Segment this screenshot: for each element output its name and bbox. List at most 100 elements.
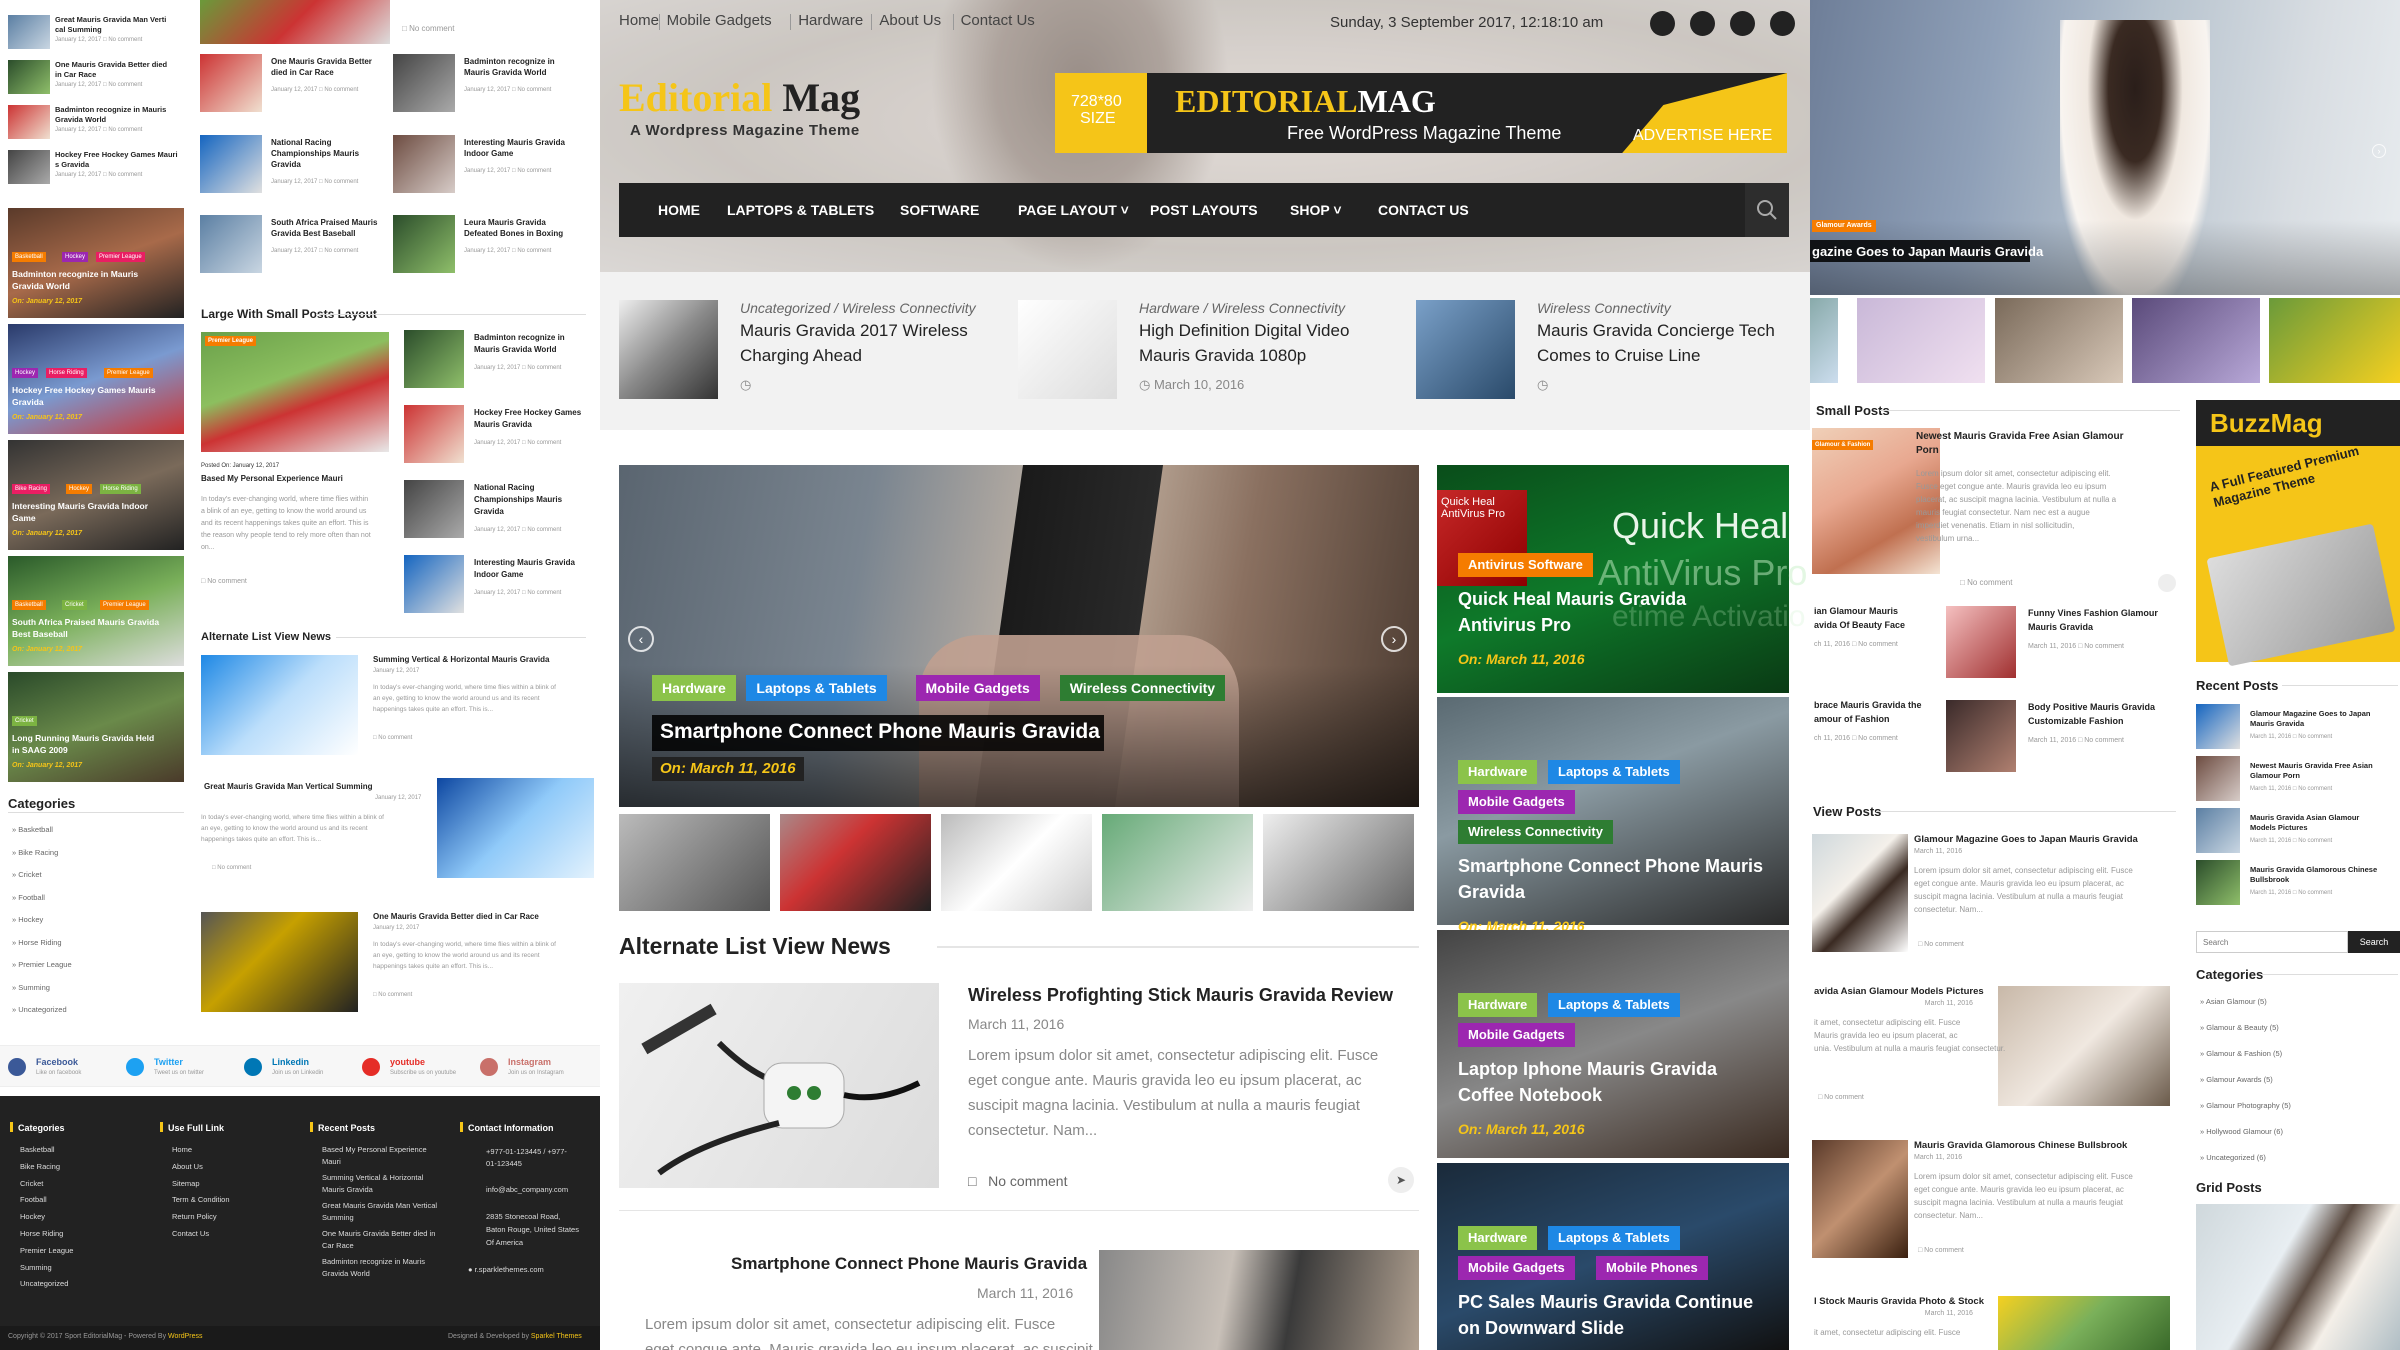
left-card-title[interactable]: Interesting Mauris Gravida Indoor bbox=[12, 501, 148, 511]
social-name[interactable]: Instagram bbox=[508, 1057, 551, 1067]
slider-category[interactable]: Laptops & Tablets bbox=[746, 675, 887, 701]
right-hero-caption[interactable]: gazine Goes to Japan Mauris Gravida bbox=[1812, 244, 2043, 259]
card-tag[interactable]: Horse Riding bbox=[46, 368, 87, 378]
lv-image[interactable] bbox=[1998, 1296, 2170, 1350]
mini-thumb[interactable] bbox=[8, 150, 50, 184]
ticker-category[interactable]: Wireless Connectivity bbox=[1537, 300, 1671, 316]
footer-recent[interactable]: Gravida World bbox=[322, 1269, 370, 1278]
recent-thumb[interactable] bbox=[2196, 860, 2240, 905]
left-category[interactable]: » Football bbox=[12, 893, 45, 902]
alt-post1-title[interactable]: Wireless Profighting Stick Mauris Gravid… bbox=[968, 985, 1393, 1006]
buzzmag-ad[interactable]: BuzzMag A Full Featured Premium Magazine … bbox=[2196, 400, 2400, 667]
card-category[interactable]: Hardware bbox=[1458, 993, 1538, 1017]
sp-small-title[interactable]: brace Mauris Gravida the bbox=[1814, 700, 1922, 710]
card-tag[interactable]: Hockey bbox=[12, 368, 39, 378]
ticker-category[interactable]: Hardware / Wireless Connectivity bbox=[1139, 300, 1345, 316]
alt-post1-image[interactable] bbox=[619, 983, 939, 1188]
grid-title[interactable]: Interesting Mauris Gravida bbox=[464, 138, 565, 147]
card-tag[interactable]: Cricket bbox=[62, 600, 87, 610]
footer-category[interactable]: Hockey bbox=[20, 1212, 45, 1221]
card-title[interactable]: PC Sales Mauris Gravida Continue bbox=[1458, 1292, 1753, 1313]
sidebar-category[interactable]: » Glamour & Fashion (5) bbox=[2200, 1049, 2282, 1058]
ticker-title[interactable]: Charging Ahead bbox=[740, 346, 862, 366]
social-icon[interactable] bbox=[244, 1058, 262, 1076]
left-category[interactable]: » Summing bbox=[12, 983, 50, 992]
social-name[interactable]: youtube bbox=[390, 1057, 425, 1067]
footer-link[interactable]: Home bbox=[172, 1145, 192, 1154]
grid-thumb[interactable] bbox=[393, 215, 455, 273]
right-thumb[interactable] bbox=[2269, 298, 2400, 383]
card-title[interactable]: Gravida bbox=[1458, 882, 1525, 903]
grid-thumb[interactable] bbox=[200, 215, 262, 273]
alt-post2-title[interactable]: Smartphone Connect Phone Mauris Gravida bbox=[731, 1254, 1087, 1274]
sidebar-search-input[interactable] bbox=[2196, 931, 2348, 953]
card-category[interactable]: Mobile Gadgets bbox=[1458, 1023, 1575, 1047]
lv-image[interactable] bbox=[1998, 986, 2170, 1106]
lsp-small-title[interactable]: Gravida bbox=[474, 507, 504, 516]
right-thumb[interactable] bbox=[1857, 298, 1985, 383]
nav-item[interactable]: POST LAYOUTS bbox=[1150, 202, 1258, 218]
ticker-title[interactable]: Mauris Gravida Concierge Tech bbox=[1537, 321, 1775, 341]
mid-alt-title[interactable]: One Mauris Gravida Better died in Car Ra… bbox=[373, 912, 539, 921]
mini-title[interactable]: Gravida World bbox=[55, 115, 106, 124]
slider-thumb[interactable] bbox=[1263, 814, 1414, 911]
sidebar-category[interactable]: » Hollywood Glamour (6) bbox=[2200, 1127, 2283, 1136]
footer-link[interactable]: About Us bbox=[172, 1162, 203, 1171]
right-thumb[interactable] bbox=[2132, 298, 2260, 383]
lv-title[interactable]: Glamour Magazine Goes to Japan Mauris Gr… bbox=[1914, 834, 2138, 845]
card-category[interactable]: Mobile Gadgets bbox=[1458, 1256, 1575, 1280]
recent-title[interactable]: Glamour Magazine Goes to Japan bbox=[2250, 709, 2370, 718]
recent-title[interactable]: Mauris Gravida bbox=[2250, 719, 2304, 728]
nav-item[interactable]: HOME bbox=[658, 202, 700, 218]
grid-title[interactable]: died in Car Race bbox=[271, 68, 334, 77]
lsp-small-title[interactable]: Hockey Free Hockey Games bbox=[474, 408, 581, 417]
card-category[interactable]: Wireless Connectivity bbox=[1458, 820, 1613, 844]
recent-thumb[interactable] bbox=[2196, 808, 2240, 853]
grid-thumb[interactable] bbox=[200, 135, 262, 193]
right-hero-next[interactable]: › bbox=[2372, 144, 2386, 158]
card-tag[interactable]: Hockey bbox=[62, 252, 89, 262]
ticker-title[interactable]: Comes to Cruise Line bbox=[1537, 346, 1700, 366]
grid-thumb[interactable] bbox=[200, 54, 262, 112]
left-category[interactable]: » Hockey bbox=[12, 915, 43, 924]
site-logo[interactable]: Editorial Mag bbox=[619, 74, 860, 121]
lsp-small-thumb[interactable] bbox=[404, 555, 464, 613]
recent-thumb[interactable] bbox=[2196, 704, 2240, 749]
grid-thumb[interactable] bbox=[393, 54, 455, 112]
left-card-title[interactable]: Long Running Mauris Gravida Held bbox=[12, 733, 154, 743]
card-tag[interactable]: Basketball bbox=[12, 252, 46, 262]
mini-thumb[interactable] bbox=[8, 60, 50, 94]
topbar-link[interactable]: About Us bbox=[879, 12, 941, 29]
card-title[interactable]: Laptop Iphone Mauris Gravida bbox=[1458, 1059, 1717, 1080]
mid-alt-image[interactable] bbox=[201, 655, 358, 755]
lv-image[interactable] bbox=[1812, 834, 1908, 952]
mini-title[interactable]: Great Mauris Gravida Man Verti bbox=[55, 15, 166, 24]
lsp-small-title[interactable]: Interesting Mauris Gravida bbox=[474, 558, 575, 567]
sidebar-category[interactable]: » Asian Glamour (5) bbox=[2200, 997, 2267, 1006]
mid-alt-image[interactable] bbox=[437, 778, 594, 878]
slider-thumb[interactable] bbox=[619, 814, 770, 911]
left-category[interactable]: » Bike Racing bbox=[12, 848, 58, 857]
left-card-title[interactable]: in SAAG 2009 bbox=[12, 745, 68, 755]
footer-category[interactable]: Cricket bbox=[20, 1179, 43, 1188]
footer-link[interactable]: Contact Us bbox=[172, 1229, 209, 1238]
recent-thumb[interactable] bbox=[2196, 756, 2240, 801]
lsp-small-title[interactable]: Indoor Game bbox=[474, 570, 523, 579]
slider-category[interactable]: Hardware bbox=[652, 675, 736, 701]
card-tag[interactable]: Premier League bbox=[104, 368, 153, 378]
slider-title[interactable]: Smartphone Connect Phone Mauris Gravida bbox=[660, 720, 1100, 744]
topbar-link[interactable]: Home bbox=[619, 12, 659, 29]
lsp-small-thumb[interactable] bbox=[404, 480, 464, 538]
lsp-small-title[interactable]: National Racing bbox=[474, 483, 534, 492]
right-thumb[interactable] bbox=[1995, 298, 2123, 383]
card-category[interactable]: Laptops & Tablets bbox=[1548, 993, 1680, 1017]
footer-category[interactable]: Premier League bbox=[20, 1246, 73, 1255]
nav-item[interactable]: CONTACT US bbox=[1378, 202, 1469, 218]
footer-recent[interactable]: Car Race bbox=[322, 1241, 354, 1250]
footer-category[interactable]: Football bbox=[20, 1195, 47, 1204]
topbar-link[interactable]: Contact Us bbox=[961, 12, 1035, 29]
lsp-small-thumb[interactable] bbox=[404, 405, 464, 463]
sp-small-title[interactable]: Mauris Gravida bbox=[2028, 622, 2093, 632]
left-category[interactable]: » Premier League bbox=[12, 960, 72, 969]
grid-title[interactable]: One Mauris Gravida Better bbox=[271, 57, 372, 66]
